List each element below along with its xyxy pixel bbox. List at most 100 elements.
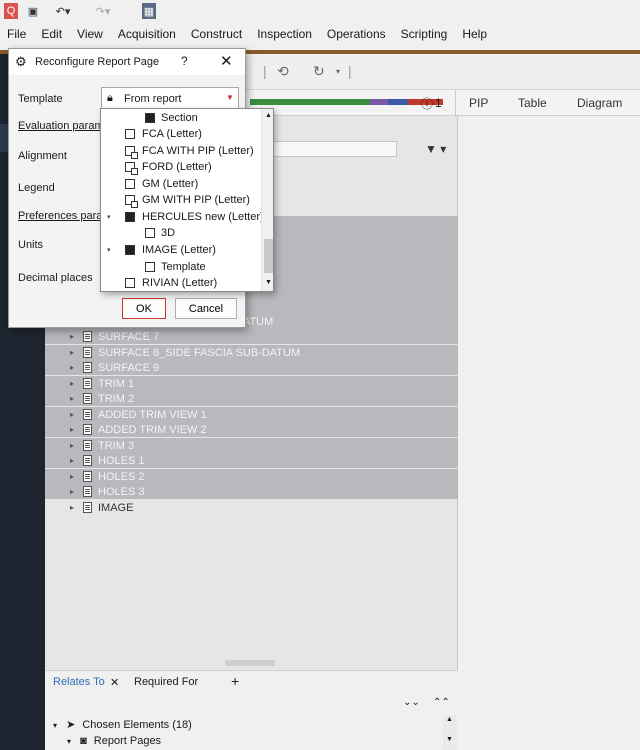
chevron-down-icon[interactable]: ▾: [336, 67, 340, 76]
tree-row[interactable]: ▸ HOLES 2: [45, 469, 458, 484]
menu-acquisition[interactable]: Acquisition: [118, 27, 176, 41]
expand-arrow-icon[interactable]: ▸: [70, 379, 74, 388]
menu-view[interactable]: View: [77, 27, 103, 41]
horizontal-scrollbar[interactable]: [225, 660, 275, 666]
save-icon[interactable]: ▣: [26, 3, 40, 19]
ok-button[interactable]: OK: [122, 298, 166, 319]
tree-row[interactable]: ▸ SURFACE 9: [45, 360, 458, 375]
page-icon: [145, 262, 155, 272]
collapse-arrow-icon[interactable]: ▾: [53, 721, 57, 730]
tree-row[interactable]: ▸ HOLES 1: [45, 453, 458, 468]
chevron-down-icon[interactable]: ▼: [226, 93, 234, 102]
section-icon: [145, 113, 155, 123]
camera-icon: ◙: [80, 735, 87, 747]
menu-construct[interactable]: Construct: [191, 27, 242, 41]
menu-edit[interactable]: Edit: [41, 27, 62, 41]
page-icon: [145, 228, 155, 238]
dropdown-item-section[interactable]: Section: [101, 110, 261, 126]
gear-icon: ⚙: [15, 54, 27, 69]
report-page-icon: [83, 362, 92, 373]
tree-row[interactable]: ▸ ADDED TRIM VIEW 1: [45, 407, 458, 422]
expand-arrow-icon[interactable]: ▾: [107, 213, 111, 221]
collapse-all-icon[interactable]: ⌄⌄: [403, 697, 420, 708]
expand-arrow-icon[interactable]: ▸: [70, 503, 74, 512]
dropdown-item-image[interactable]: ▾ IMAGE (Letter): [101, 242, 261, 258]
template-label: Template: [18, 93, 63, 105]
expand-all-icon[interactable]: ⌃⌃: [433, 697, 450, 708]
expand-arrow-icon[interactable]: ▸: [70, 441, 74, 450]
tree-row[interactable]: ▸ TRIM 2: [45, 391, 458, 406]
add-tab-button[interactable]: +: [231, 673, 239, 689]
dropdown-item-ford[interactable]: FORD (Letter): [101, 159, 261, 175]
folder-icon: [125, 245, 135, 255]
close-button[interactable]: ✕: [220, 52, 233, 70]
dropdown-item-fca[interactable]: FCA (Letter): [101, 126, 261, 142]
tab-required-for[interactable]: Required For: [134, 676, 198, 688]
lock-icon: 🔒︎: [107, 92, 113, 104]
menu-inspection[interactable]: Inspection: [257, 27, 312, 41]
expand-arrow-icon[interactable]: ▸: [70, 348, 74, 357]
menu-scripting[interactable]: Scripting: [401, 27, 448, 41]
scrollbar-thumb[interactable]: [264, 239, 273, 273]
dropdown-item-gm[interactable]: GM (Letter): [101, 176, 261, 192]
vertical-scrollbar[interactable]: ▲ ▼: [443, 715, 457, 750]
scroll-down-icon[interactable]: ▼: [265, 279, 272, 286]
expand-arrow-icon[interactable]: ▸: [70, 472, 74, 481]
separator-icon: |: [263, 63, 267, 79]
expand-arrow-icon[interactable]: ▸: [70, 410, 74, 419]
close-icon[interactable]: ✕: [110, 676, 119, 689]
preferences-parameters-label[interactable]: Preferences paral: [18, 210, 105, 222]
tab-diagram[interactable]: Diagram: [577, 96, 622, 110]
dropdown-item-3d[interactable]: 3D: [101, 225, 261, 241]
dialog-titlebar[interactable]: ⚙ Reconfigure Report Page ? ✕: [9, 49, 245, 75]
dropdown-item-rivian[interactable]: RIVIAN (Letter): [101, 275, 261, 291]
dropdown-item-fca-with-pip[interactable]: FCA WITH PIP (Letter): [101, 143, 261, 159]
dropdown-scrollbar[interactable]: ▲ ▼: [261, 109, 273, 291]
tree-row[interactable]: ▸ SURFACE 7: [45, 329, 458, 344]
info-icon[interactable]: ⓘ: [421, 95, 433, 112]
info-count: 1: [435, 96, 442, 110]
rotate-icon[interactable]: ↻: [313, 63, 325, 80]
tree-row[interactable]: ▸ IMAGE: [45, 500, 458, 515]
dropdown-item-hercules[interactable]: ▾ HERCULES new (Letter): [101, 209, 264, 225]
collapse-arrow-icon[interactable]: ▾: [67, 737, 71, 746]
relations-panel: Relates To ✕ Required For + ⌄⌄ ⌃⌃ ▾ ➤ Ch…: [45, 670, 458, 750]
help-button[interactable]: ?: [181, 54, 188, 68]
expand-arrow-icon[interactable]: ▸: [70, 332, 74, 341]
tab-relates-to[interactable]: Relates To: [53, 676, 105, 688]
tab-table[interactable]: Table: [518, 96, 547, 110]
refresh-icon[interactable]: ⟲: [277, 63, 289, 80]
redo-icon[interactable]: ↷▾: [94, 3, 112, 19]
template-value: From report: [124, 93, 182, 105]
menu-file[interactable]: File: [7, 27, 26, 41]
menu-help[interactable]: Help: [462, 27, 487, 41]
tree-row[interactable]: ▸ SURFACE 8_SIDE FASCIA SUB-DATUM: [45, 345, 458, 360]
report-pages-row[interactable]: ▾ ◙ Report Pages: [67, 735, 161, 747]
expand-arrow-icon[interactable]: ▾: [107, 246, 111, 254]
template-select[interactable]: 🔒︎ From report ▼: [101, 87, 239, 109]
scroll-up-icon[interactable]: ▲: [265, 112, 272, 119]
tree-row[interactable]: ▸ TRIM 3: [45, 438, 458, 453]
chosen-elements-row[interactable]: ▾ ➤ Chosen Elements (18): [53, 718, 192, 731]
report-page-icon: [83, 424, 92, 435]
expand-arrow-icon[interactable]: ▸: [70, 425, 74, 434]
evaluation-parameters-label[interactable]: Evaluation param: [18, 120, 104, 132]
filter-icon[interactable]: ▼ ▾: [425, 142, 446, 156]
tree-row[interactable]: ▸ HOLES 3: [45, 484, 458, 499]
menubar: File Edit View Acquisition Construct Ins…: [0, 22, 640, 46]
expand-arrow-icon[interactable]: ▸: [70, 363, 74, 372]
tree-row[interactable]: ▸ TRIM 1: [45, 376, 458, 391]
page-icon: [125, 278, 135, 288]
tab-pip[interactable]: PIP: [469, 96, 488, 110]
dropdown-item-template[interactable]: Template: [101, 259, 261, 275]
dropdown-item-gm-with-pip[interactable]: GM WITH PIP (Letter): [101, 192, 261, 208]
menu-operations[interactable]: Operations: [327, 27, 386, 41]
tree-row[interactable]: ▸ ADDED TRIM VIEW 2: [45, 422, 458, 437]
expand-arrow-icon[interactable]: ▸: [70, 394, 74, 403]
expand-arrow-icon[interactable]: ▸: [70, 487, 74, 496]
expand-arrow-icon[interactable]: ▸: [70, 456, 74, 465]
cancel-button[interactable]: Cancel: [175, 298, 237, 319]
layout-icon[interactable]: ▦: [142, 3, 156, 19]
report-page-icon: [83, 471, 92, 482]
undo-icon[interactable]: ↶▾: [54, 3, 72, 19]
